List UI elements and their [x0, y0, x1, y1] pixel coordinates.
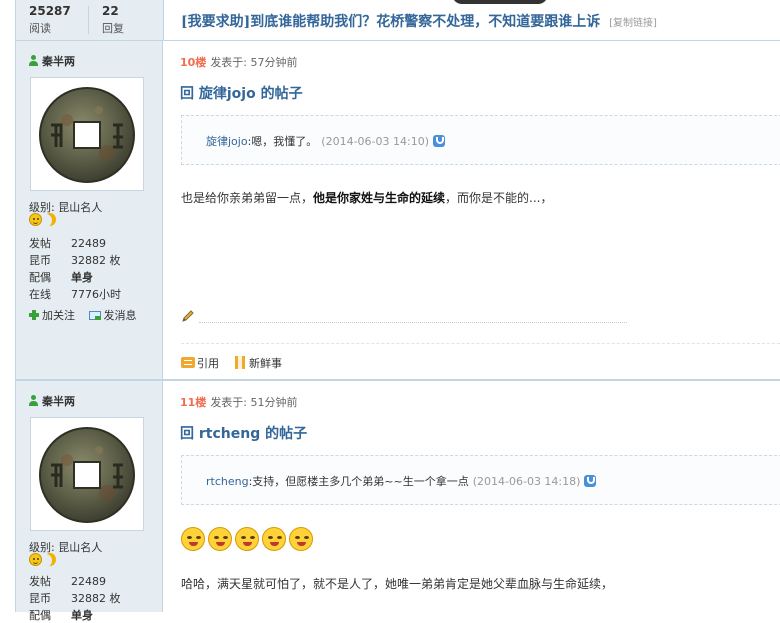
avatar[interactable] [30, 417, 144, 531]
pencil-icon [182, 310, 194, 322]
emoji-row [181, 527, 316, 551]
floor-number[interactable]: 10楼 [180, 56, 206, 69]
level-icons [29, 213, 56, 227]
smiley-icon [29, 213, 42, 226]
avatar[interactable] [30, 77, 144, 191]
reply-title: 回 rtcheng 的帖子 [180, 426, 308, 442]
level-icons [29, 553, 56, 567]
stat-spouse: 配偶 单身 [29, 609, 93, 622]
author-name[interactable]: 秦半两 [29, 393, 75, 409]
thread-header: 25287 阅读 22 回复 [我要求助]到底谁能帮助我们？花桥警察不处理，不知… [16, 0, 780, 41]
stat-coins: 昆币 32882 枚 [29, 254, 121, 267]
news-icon [235, 356, 245, 369]
news-button[interactable]: 新鲜事 [235, 355, 282, 371]
plus-icon [29, 310, 39, 320]
message-button[interactable]: 发消息 [88, 307, 137, 323]
quote-time: (2014-06-03 14:10) [321, 135, 430, 148]
post-meta: 11楼 发表于: 51分钟前 [180, 394, 298, 410]
quote-user-link[interactable]: rtcheng [206, 475, 249, 488]
author-sidebar: 秦半两 级别: 昆山名人 [16, 41, 163, 379]
views-label: 阅读 [29, 22, 51, 35]
post-content: 11楼 发表于: 51分钟前 回 rtcheng 的帖子 rtcheng:支持，但… [163, 381, 780, 612]
overlay-handle [452, 0, 548, 4]
coin-avatar-icon [39, 427, 135, 523]
post-content: 10楼 发表于: 57分钟前 回 旋律jojo 的帖子 旋律jojo:嗯，我懂了。… [163, 41, 780, 379]
post-meta: 10楼 发表于: 57分钟前 [180, 54, 298, 70]
replies-label: 回复 [102, 22, 124, 35]
author-actions: 加关注 发消息 [29, 307, 147, 323]
footer-divider [181, 343, 780, 344]
views-count: 25287 [29, 4, 71, 18]
signature-divider [199, 322, 627, 323]
stat-posts: 发帖 22489 [29, 575, 106, 588]
moon-icon [44, 213, 56, 226]
post-time: 发表于: 51分钟前 [210, 396, 298, 409]
floor-number[interactable]: 11楼 [180, 396, 206, 409]
copy-link[interactable]: [复制链接] [609, 18, 657, 29]
stat-posts: 发帖 22489 [29, 237, 106, 250]
follow-button[interactable]: 加关注 [29, 307, 75, 323]
user-icon [29, 395, 38, 406]
author-sidebar: 秦半两 级别: 昆山名人 [16, 381, 163, 622]
jump-back-icon[interactable] [433, 135, 446, 147]
moon-icon [44, 553, 56, 566]
post-10: 秦半两 级别: 昆山名人 发帖 22489 昆币 32882 枚 配偶 单身 在… [16, 41, 780, 379]
quote-block: rtcheng:支持，但愿楼主多几个弟弟~~生一个拿一点 (2014-06-03 … [181, 455, 780, 505]
laughing-emoji-icon [235, 527, 259, 551]
thread-title-text: [我要求助]到底谁能帮助我们？花桥警察不处理，不知道要跟谁上诉 [181, 14, 601, 30]
post-body: 哈哈，满天星就可怕了，就不是人了，她唯一弟弟肯定是她父辈血脉与生命延续， [181, 577, 614, 591]
quote-user-link[interactable]: 旋律jojo [206, 135, 248, 148]
views-stat: 25287 阅读 [29, 4, 71, 36]
user-icon [29, 55, 38, 66]
stat-coins: 昆币 32882 枚 [29, 592, 121, 605]
left-gutter [0, 0, 16, 612]
stat-divider [88, 6, 89, 34]
replies-stat: 22 回复 [102, 4, 124, 36]
post-time: 发表于: 57分钟前 [210, 56, 298, 69]
stat-online: 在线 7776小时 [29, 288, 121, 301]
laughing-emoji-icon [262, 527, 286, 551]
jump-back-icon[interactable] [584, 475, 597, 487]
laughing-emoji-icon [181, 527, 205, 551]
quote-block: 旋律jojo:嗯，我懂了。 (2014-06-03 14:10) [181, 115, 780, 165]
author-name[interactable]: 秦半两 [29, 53, 75, 69]
quote-icon [181, 357, 195, 368]
smiley-icon [29, 553, 42, 566]
thread-title-area: [我要求助]到底谁能帮助我们？花桥警察不处理，不知道要跟谁上诉 [复制链接] [163, 0, 780, 40]
coin-avatar-icon [39, 87, 135, 183]
laughing-emoji-icon [208, 527, 232, 551]
post-body: 也是给你亲弟弟留一点，他是你家姓与生命的延续，而你是不能的...， [181, 191, 553, 205]
stat-spouse: 配偶 单身 [29, 271, 93, 284]
message-icon [88, 311, 101, 320]
quote-time: (2014-06-03 14:18) [472, 475, 581, 488]
quote-button[interactable]: 引用 [181, 355, 219, 371]
laughing-emoji-icon [289, 527, 313, 551]
reply-title: 回 旋律jojo 的帖子 [180, 86, 303, 102]
quote-text: rtcheng:支持，但愿楼主多几个弟弟~~生一个拿一点 (2014-06-03 … [206, 473, 597, 489]
post-11: 秦半两 级别: 昆山名人 发帖 22489 昆币 32882 枚 配偶 单身 1… [16, 381, 780, 622]
replies-count: 22 [102, 4, 119, 18]
quote-text: 旋律jojo:嗯，我懂了。 (2014-06-03 14:10) [206, 133, 446, 149]
thread-title: [我要求助]到底谁能帮助我们？花桥警察不处理，不知道要跟谁上诉 [复制链接] [181, 11, 657, 31]
